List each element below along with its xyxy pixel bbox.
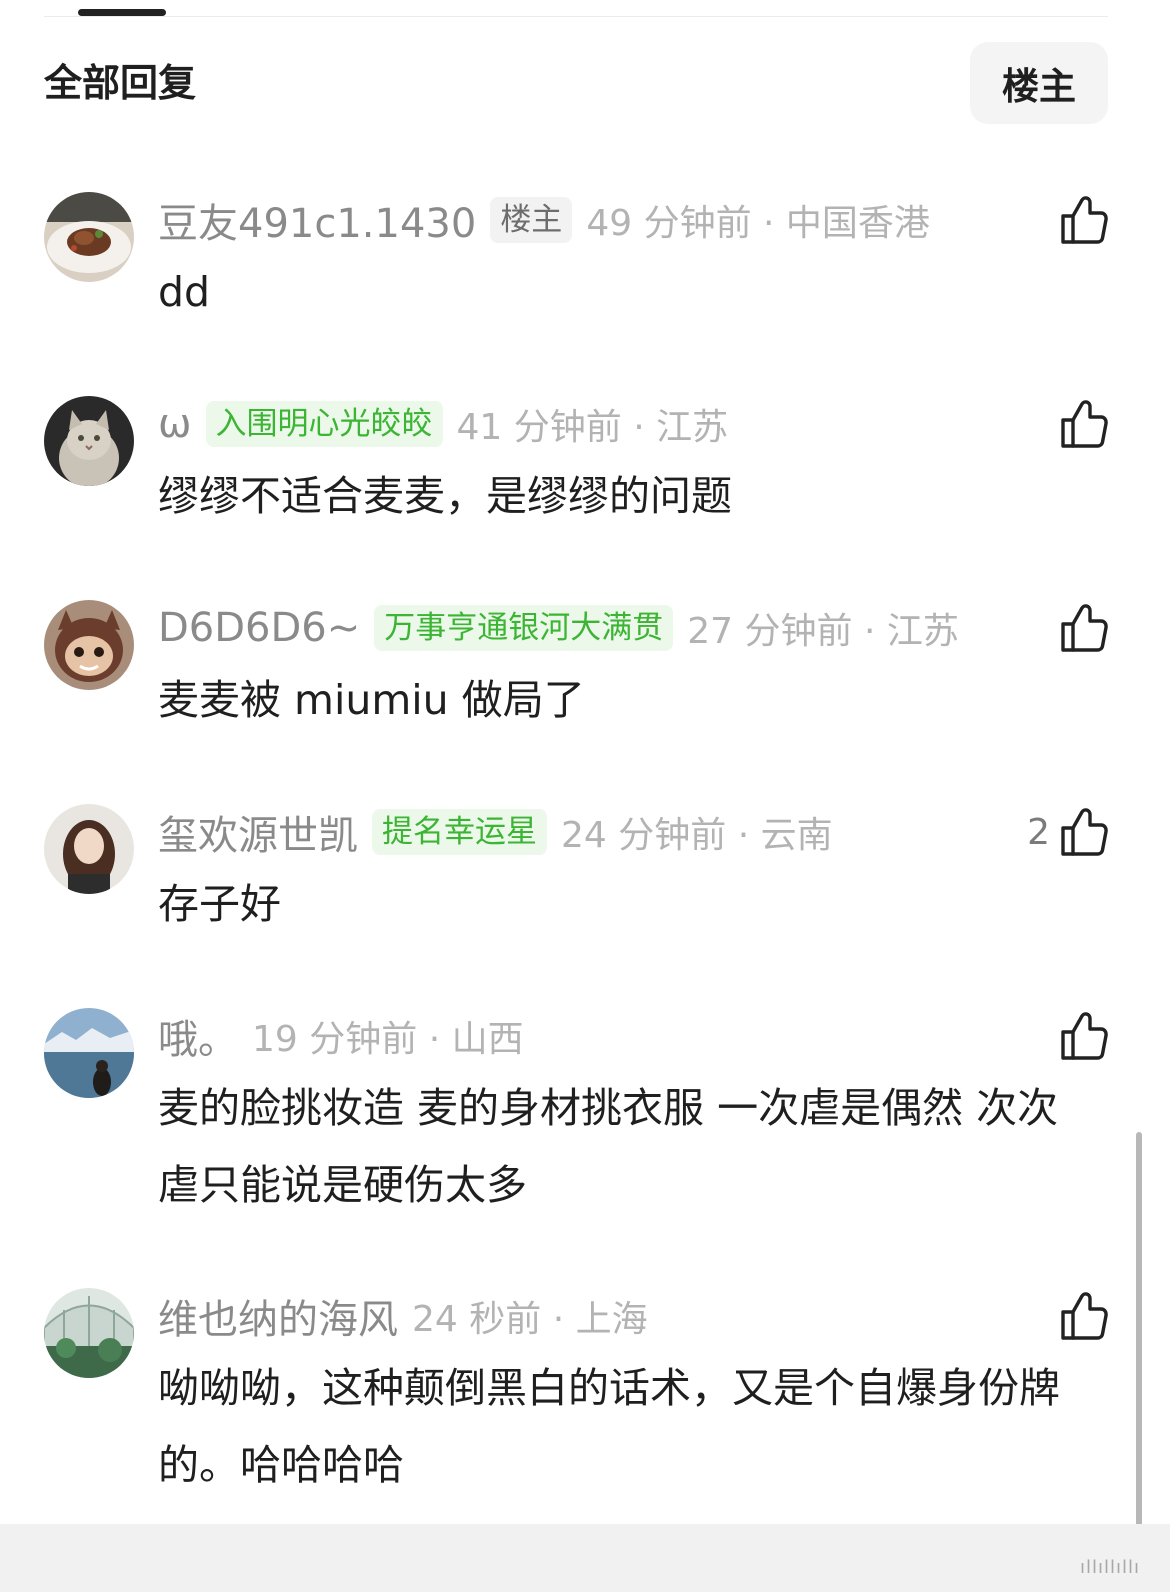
time-location: 19 分钟前 · 山西 (252, 1019, 524, 1060)
food-plate-avatar-image (44, 192, 134, 282)
thumbs-up-icon (1061, 808, 1108, 856)
top-divider (44, 16, 1108, 17)
comment-text: 麦的脸挑妆造 麦的身材挑衣服 一次虐是偶然 次次虐只能说是硬伤太多 (158, 1084, 1059, 1209)
like-count: 2 (1027, 811, 1050, 853)
time-location: 41 分钟前 · 江苏 (456, 407, 729, 448)
comment-meta: 豆友491c1.1430 楼主 49 分钟前 · 中国香港 (158, 192, 930, 248)
greenhouse-avatar-image (44, 1288, 134, 1378)
comment-meta: 玺欢源世凯 提名幸运星 24 分钟前 · 云南 (158, 804, 833, 860)
like-button[interactable] (1060, 398, 1108, 450)
scrollbar[interactable] (1136, 1132, 1142, 1552)
comment-text: 呦呦呦，这种颠倒黑白的话术，又是个自爆身份牌的。哈哈哈哈 (158, 1364, 1060, 1489)
op-badge: 楼主 (490, 197, 573, 243)
username[interactable]: D6D6D6~ (158, 605, 360, 651)
girl-portrait-avatar-image (44, 804, 134, 894)
comment-text: 缪缪不适合麦麦，是缪缪的问题 (158, 472, 732, 520)
like-button[interactable]: 2 (1027, 806, 1108, 858)
op-filter-button[interactable]: 楼主 (970, 42, 1108, 124)
username[interactable]: 哦。 (158, 1007, 238, 1065)
thumbs-up-icon (1061, 1012, 1108, 1060)
comment-meta: ω 入围明心光皎皎 41 分钟前 · 江苏 (158, 396, 728, 452)
watermark: ıllıllıllı (1079, 1557, 1140, 1578)
avatar[interactable] (44, 804, 134, 894)
achievement-badge[interactable]: 万事亨通银河大满贯 (374, 605, 674, 651)
achievement-badge[interactable]: 提名幸运星 (372, 809, 547, 855)
like-button[interactable] (1060, 1010, 1108, 1062)
comment-text: 存子好 (158, 880, 281, 928)
toy-figure-avatar-image (44, 600, 134, 690)
username[interactable]: 维也纳的海风 (158, 1287, 398, 1345)
comment-meta: 维也纳的海风 24 秒前 · 上海 (158, 1288, 648, 1344)
thumbs-up-icon (1061, 604, 1108, 652)
like-button[interactable] (1060, 1290, 1108, 1342)
tab-indicator (78, 9, 166, 16)
time-location: 27 分钟前 · 江苏 (687, 611, 959, 652)
avatar[interactable] (44, 1288, 134, 1378)
avatar[interactable] (44, 1008, 134, 1098)
username[interactable]: ω (158, 401, 192, 447)
comment-text: 麦麦被 miumiu 做局了 (158, 676, 585, 724)
avatar[interactable] (44, 396, 134, 486)
time-location: 24 分钟前 · 云南 (561, 815, 833, 856)
cat-avatar-image (44, 396, 134, 486)
lake-mountain-avatar-image (44, 1008, 134, 1098)
comment-text: dd (158, 268, 211, 316)
time-location: 24 秒前 · 上海 (412, 1299, 648, 1340)
username[interactable]: 玺欢源世凯 (158, 803, 358, 861)
avatar[interactable] (44, 192, 134, 282)
comment-meta: 哦。 19 分钟前 · 山西 (158, 1008, 524, 1064)
like-button[interactable] (1060, 194, 1108, 246)
bottom-bar: ıllıllıllı (0, 1524, 1170, 1592)
comment-meta: D6D6D6~ 万事亨通银河大满贯 27 分钟前 · 江苏 (158, 600, 959, 656)
thumbs-up-icon (1061, 1292, 1108, 1340)
username[interactable]: 豆友491c1.1430 (158, 191, 476, 249)
time-location: 49 分钟前 · 中国香港 (586, 203, 930, 244)
like-button[interactable] (1060, 602, 1108, 654)
thumbs-up-icon (1061, 196, 1108, 244)
achievement-badge[interactable]: 入围明心光皎皎 (205, 401, 443, 447)
thumbs-up-icon (1061, 400, 1108, 448)
section-title: 全部回复 (44, 61, 197, 105)
avatar[interactable] (44, 600, 134, 690)
